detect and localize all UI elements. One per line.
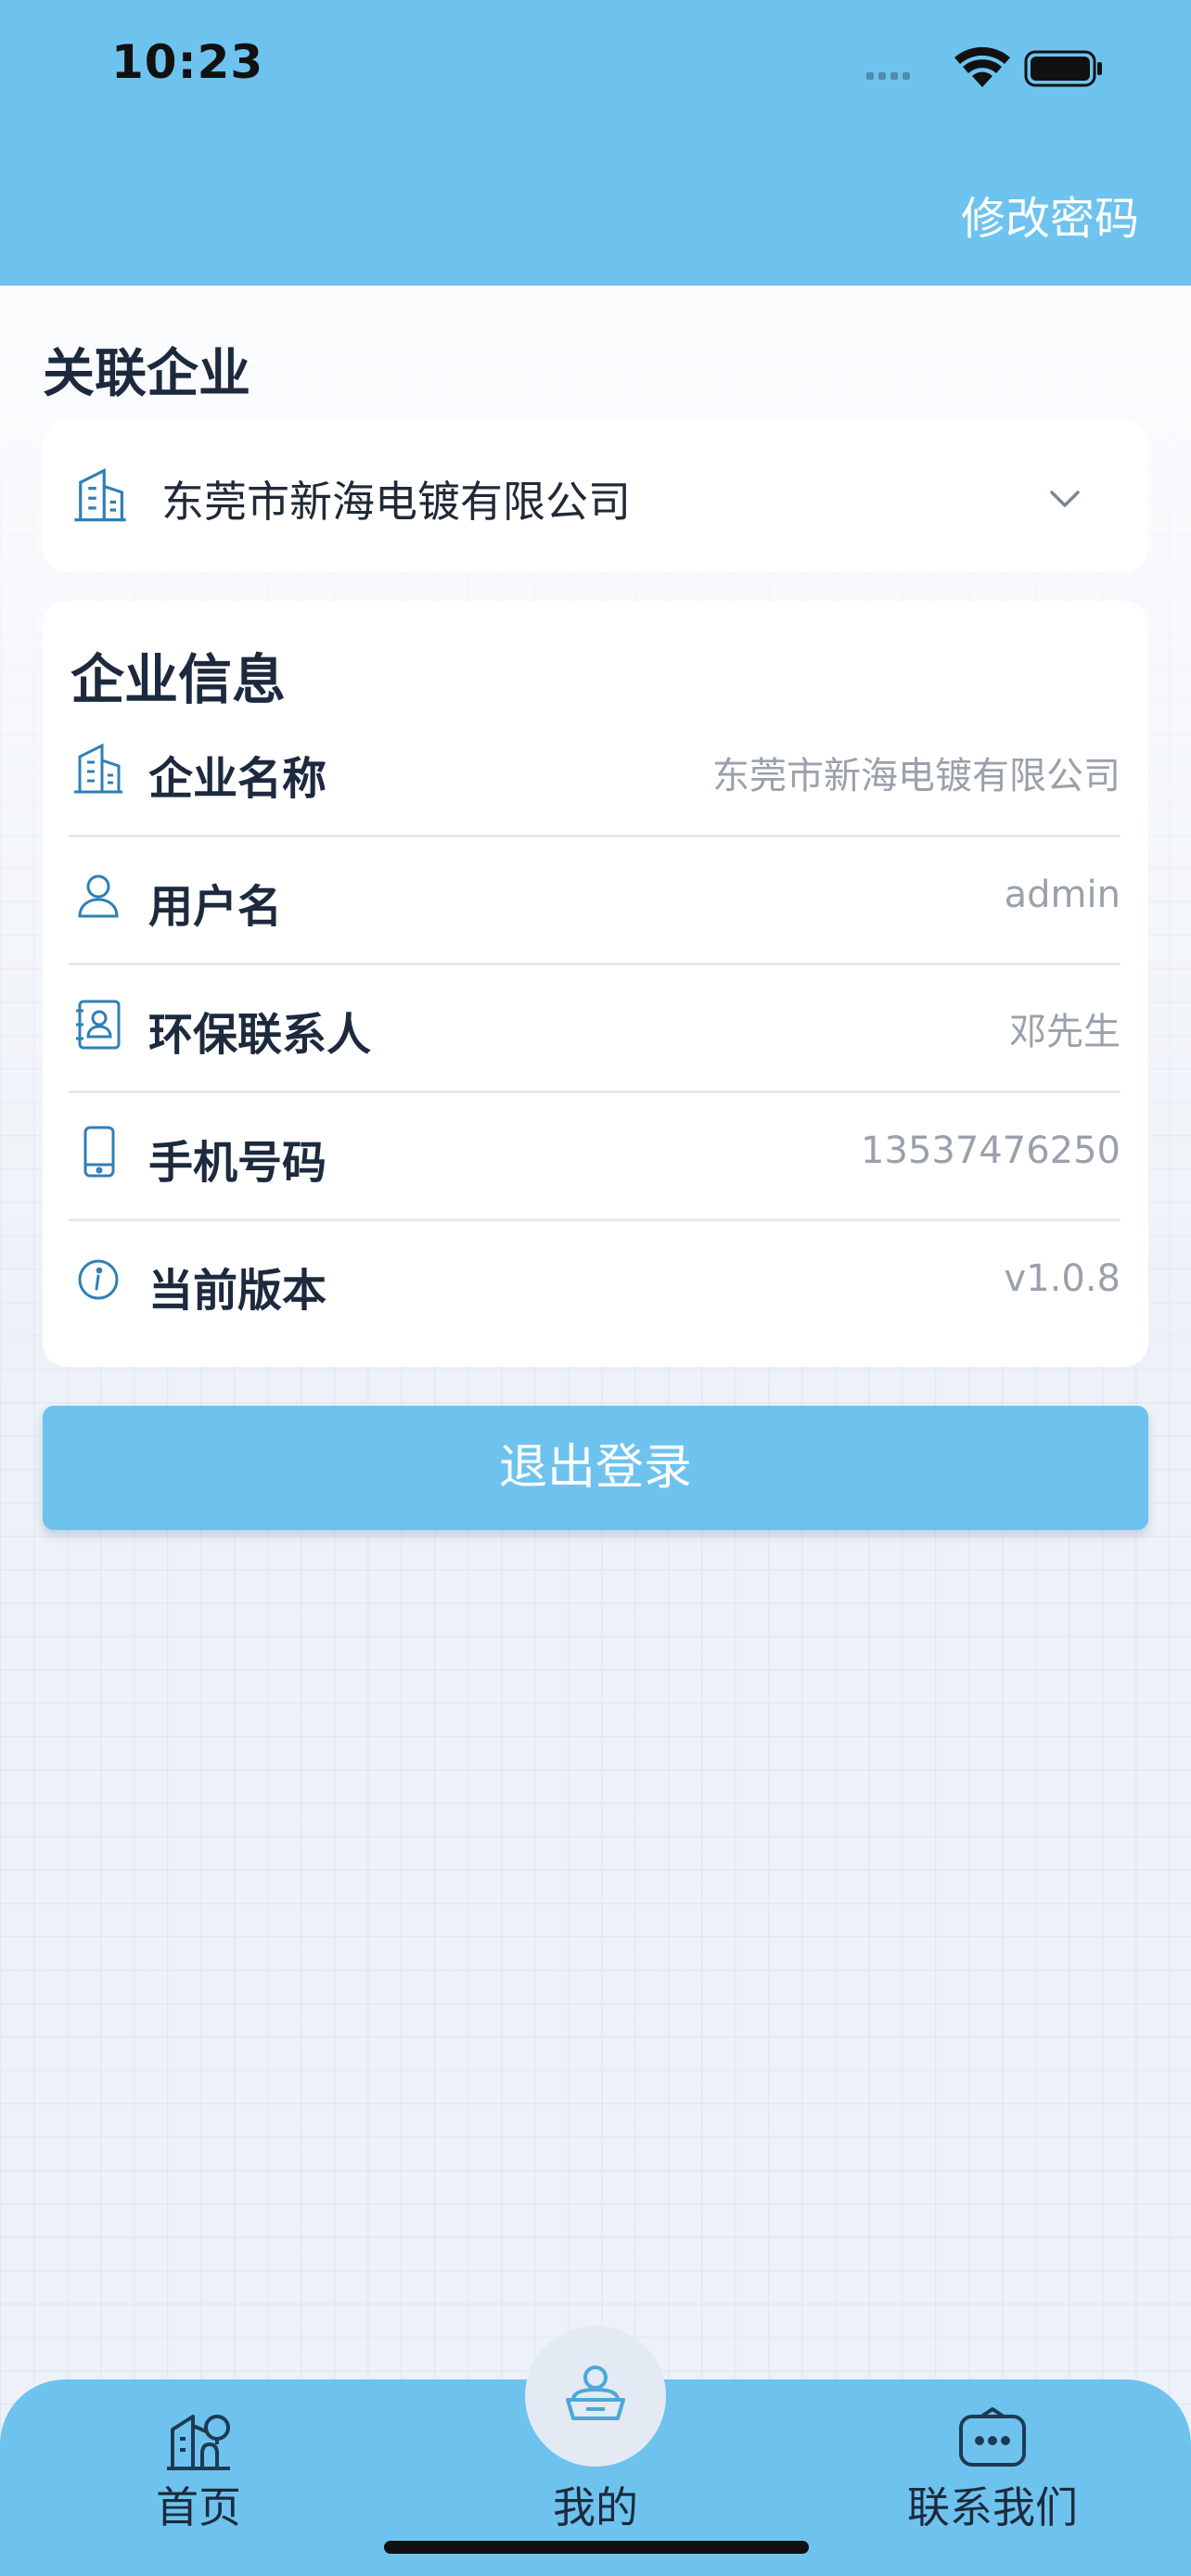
home-building-icon bbox=[167, 2415, 230, 2470]
tab-label: 联系我们 bbox=[907, 2482, 1078, 2532]
chat-bubble-icon bbox=[959, 2407, 1026, 2467]
status-icons bbox=[866, 46, 1102, 87]
info-row-version: 当前版本 v1.0.8 bbox=[69, 1218, 1121, 1346]
building-icon bbox=[74, 743, 122, 794]
company-info-card: 企业信息 企业名称 东莞市新海电镀有限公司 用户名 admin 环保联系人 邓先… bbox=[43, 601, 1148, 1367]
building-icon bbox=[74, 467, 126, 522]
user-icon bbox=[78, 874, 119, 918]
company-info-title: 企业信息 bbox=[70, 648, 287, 711]
logout-button[interactable]: 退出登录 bbox=[43, 1406, 1148, 1530]
top-header: 10:23 修改密码 bbox=[0, 0, 1191, 286]
chevron-down-icon bbox=[1050, 491, 1080, 507]
info-label: 企业名称 bbox=[148, 753, 327, 805]
info-icon bbox=[78, 1259, 119, 1300]
tab-mine-button[interactable] bbox=[525, 2326, 666, 2467]
info-value: 邓先生 bbox=[1009, 1011, 1121, 1053]
info-value: admin bbox=[1004, 874, 1121, 916]
info-value: 东莞市新海电镀有限公司 bbox=[712, 755, 1121, 797]
info-value: 13537476250 bbox=[861, 1129, 1121, 1172]
tab-label: 首页 bbox=[156, 2482, 241, 2532]
battery-icon bbox=[1024, 50, 1102, 87]
change-password-button[interactable]: 修改密码 bbox=[961, 182, 1139, 247]
status-time: 10:23 bbox=[111, 35, 264, 89]
info-row-contact: 环保联系人 邓先生 bbox=[69, 963, 1121, 1093]
linked-company-title: 关联企业 bbox=[43, 344, 250, 404]
home-indicator bbox=[384, 2541, 809, 2554]
info-label: 手机号码 bbox=[148, 1137, 327, 1189]
tab-contact-us[interactable]: 联系我们 bbox=[872, 2379, 1113, 2576]
info-row-username: 用户名 admin bbox=[69, 835, 1121, 965]
wifi-icon bbox=[954, 46, 1010, 87]
tab-label: 我的 bbox=[553, 2482, 638, 2532]
info-row-phone: 手机号码 13537476250 bbox=[69, 1090, 1121, 1221]
info-label: 用户名 bbox=[148, 881, 283, 933]
company-select-dropdown[interactable]: 东莞市新海电镀有限公司 bbox=[43, 420, 1148, 572]
signal-icon bbox=[866, 72, 910, 80]
info-label: 环保联系人 bbox=[148, 1009, 372, 1061]
info-row-company-name: 企业名称 东莞市新海电镀有限公司 bbox=[69, 707, 1121, 837]
tab-home[interactable]: 首页 bbox=[78, 2379, 319, 2576]
selected-company-name: 东莞市新海电镀有限公司 bbox=[161, 477, 631, 527]
info-label: 当前版本 bbox=[148, 1265, 327, 1317]
profile-icon bbox=[566, 2366, 625, 2420]
phone-icon bbox=[83, 1126, 115, 1178]
info-value: v1.0.8 bbox=[1004, 1257, 1121, 1300]
contact-card-icon bbox=[76, 1000, 121, 1050]
